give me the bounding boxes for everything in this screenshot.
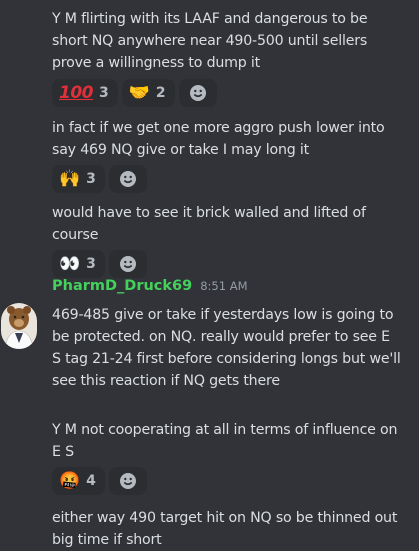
add-reaction-icon xyxy=(119,171,136,187)
add-reaction-button[interactable] xyxy=(108,165,147,193)
timestamp: 8:51 AM xyxy=(200,279,248,293)
message-3-reactions: 👀 3 xyxy=(52,250,147,278)
reaction-eyes[interactable]: 👀 3 xyxy=(52,250,105,278)
hundred-points-icon: 100 xyxy=(59,82,94,103)
message-line: in fact if we get one more aggro push lo… xyxy=(52,120,385,136)
face-with-symbols-icon: 🤬 xyxy=(59,470,81,491)
message-2-text: in fact if we get one more aggro push lo… xyxy=(52,117,411,161)
reaction-count: 3 xyxy=(86,256,96,272)
reaction-count: 3 xyxy=(86,171,96,187)
message-4-text: 469-485 give or take if yesterdays low i… xyxy=(52,304,411,392)
reaction-raising-hands[interactable]: 🙌 3 xyxy=(52,165,105,193)
add-reaction-button[interactable] xyxy=(178,79,217,107)
eyes-icon: 👀 xyxy=(59,253,81,274)
message-5-text: Y M not cooperating at all in terms of i… xyxy=(52,419,411,463)
add-reaction-button[interactable] xyxy=(108,467,147,495)
message-line: course xyxy=(52,227,99,243)
message-line: say 469 NQ give or take I may long it xyxy=(52,142,310,158)
message-line: 469-485 give or take if yesterdays low i… xyxy=(52,307,394,323)
add-reaction-button[interactable] xyxy=(108,250,147,278)
add-reaction-icon xyxy=(119,256,136,272)
message-line: short NQ anywhere near 490-500 until sel… xyxy=(52,33,368,49)
message-6-text: either way 490 target hit on NQ so be th… xyxy=(52,507,411,551)
reaction-handshake[interactable]: 🤝 2 xyxy=(121,79,175,107)
handshake-icon: 🤝 xyxy=(128,82,150,103)
message-line: would have to see it brick walled and li… xyxy=(52,205,366,221)
message-line: Y M not cooperating at all in terms of i… xyxy=(52,422,398,438)
message-5-reactions: 🤬 4 xyxy=(52,467,147,495)
add-reaction-icon xyxy=(119,473,136,489)
message-1-reactions: 100 3 🤝 2 xyxy=(52,79,217,107)
avatar[interactable] xyxy=(1,303,37,349)
add-reaction-icon xyxy=(189,85,206,101)
message-line: E S xyxy=(52,444,74,460)
reaction-count: 3 xyxy=(99,85,109,101)
raising-hands-icon: 🙌 xyxy=(59,168,81,189)
message-line: S tag 21-24 first before considering lon… xyxy=(52,351,401,367)
message-line: either way 490 target hit on NQ so be th… xyxy=(52,510,398,526)
message-line: Y M flirting with its LAAF and dangerous… xyxy=(52,11,368,27)
username[interactable]: PharmD_Druck69 xyxy=(52,278,192,294)
reaction-count: 4 xyxy=(86,473,96,489)
message-header: PharmD_Druck69 8:51 AM xyxy=(52,278,248,294)
message-1-text: Y M flirting with its LAAF and dangerous… xyxy=(52,8,411,74)
message-2-reactions: 🙌 3 xyxy=(52,165,147,193)
message-line: see this reaction if NQ gets there xyxy=(52,373,280,389)
reaction-count: 2 xyxy=(155,85,166,101)
message-line: big time if short xyxy=(52,532,162,548)
message-line: be protected. on NQ. really would prefer… xyxy=(52,329,390,345)
reaction-hundred-points[interactable]: 100 3 xyxy=(52,79,118,107)
reaction-angry-face[interactable]: 🤬 4 xyxy=(52,467,105,495)
message-3-text: would have to see it brick walled and li… xyxy=(52,202,411,246)
message-line: prove a willingness to dump it xyxy=(52,55,261,71)
